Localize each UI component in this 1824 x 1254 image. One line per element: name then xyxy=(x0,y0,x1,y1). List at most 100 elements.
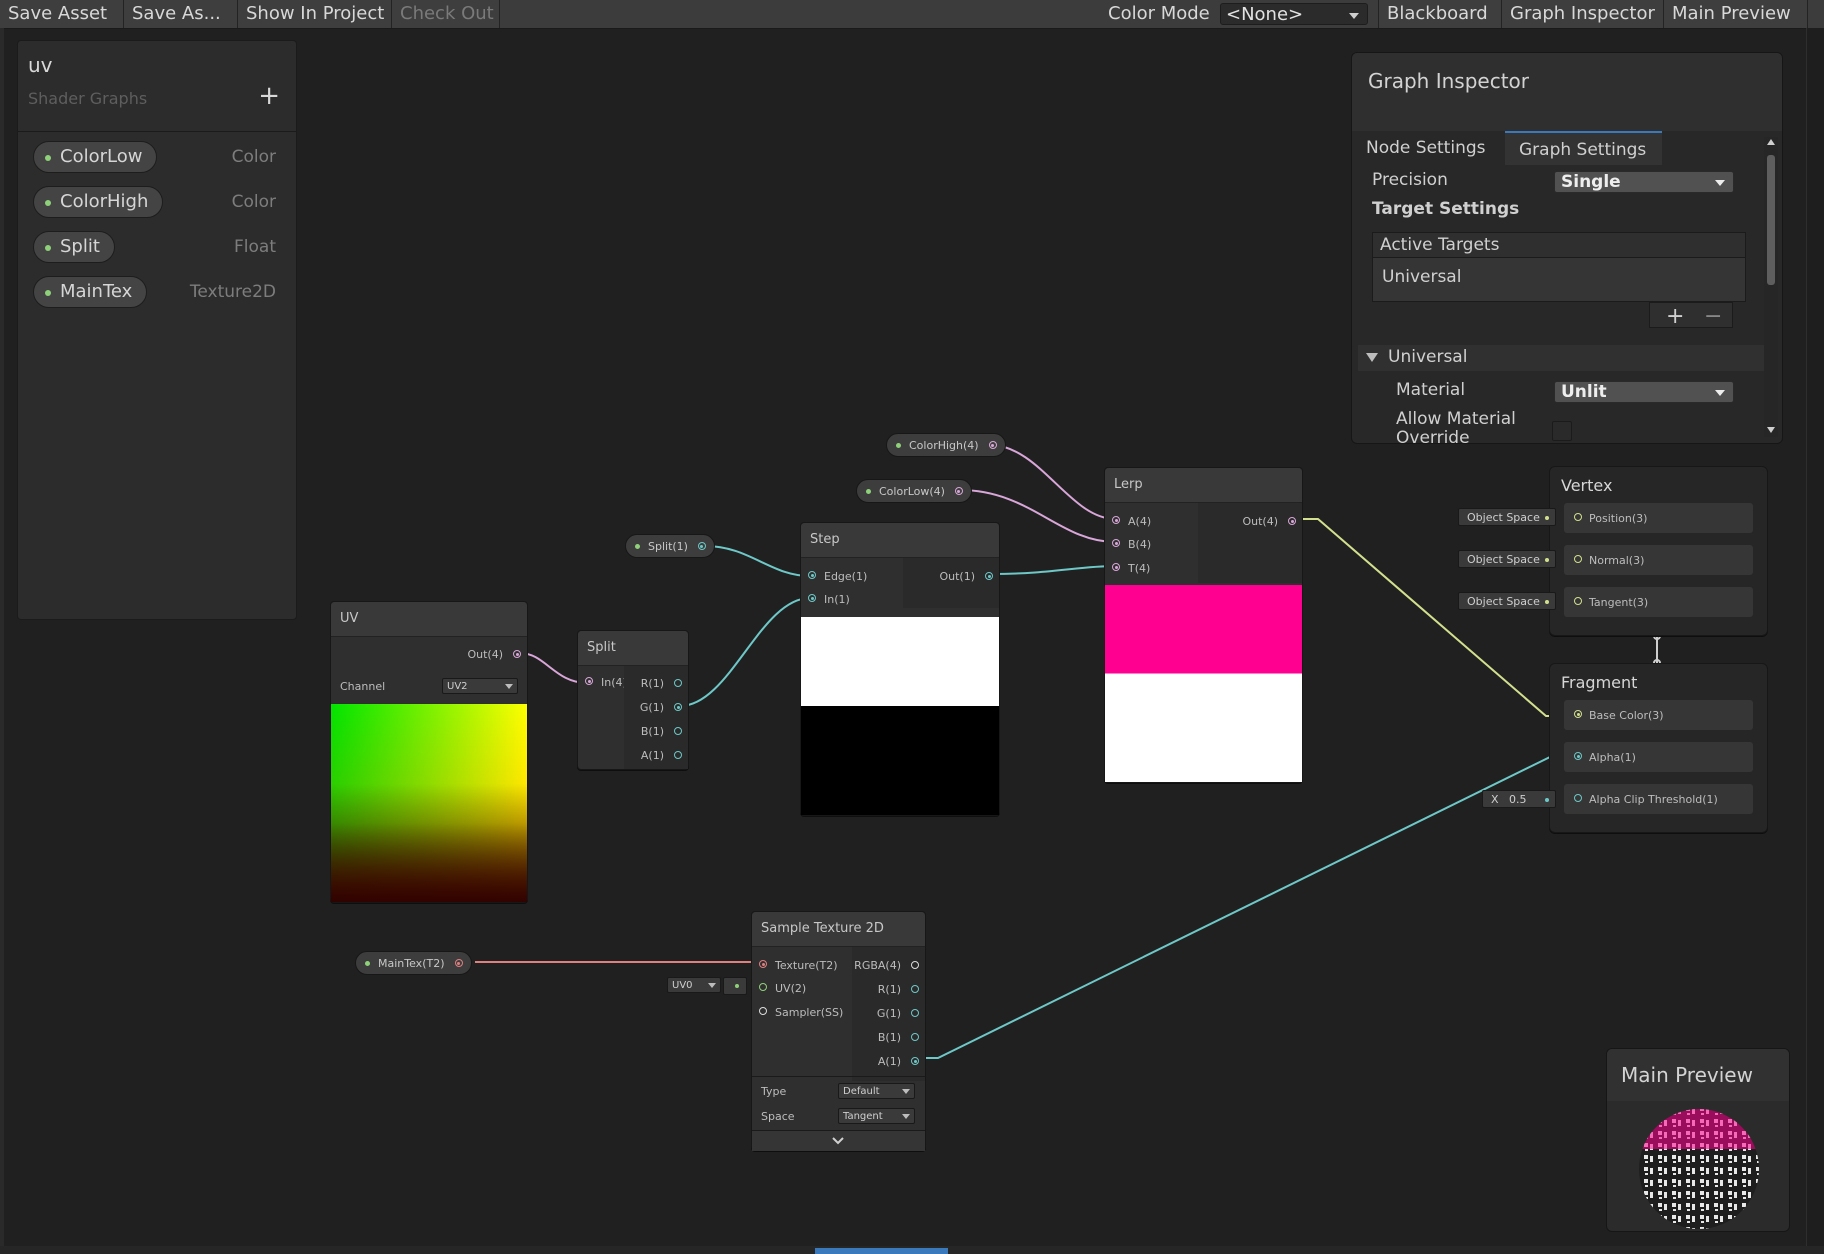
output-port[interactable] xyxy=(697,542,706,550)
chevron-down-icon xyxy=(708,983,716,988)
output-port[interactable] xyxy=(985,572,993,580)
sample-texture-2d-node[interactable]: Sample Texture 2D Texture(T2) UV(2) Samp… xyxy=(751,911,926,1151)
colorlow-property-node[interactable]: ColorLow(4) xyxy=(856,479,972,503)
chevron-down-icon xyxy=(902,1089,910,1094)
input-port[interactable] xyxy=(808,594,816,602)
vertex-context[interactable]: Vertex Position(3) Normal(3) Tangent(3) xyxy=(1549,466,1768,636)
input-port[interactable] xyxy=(1574,555,1582,563)
add-target-button[interactable]: + xyxy=(1666,304,1684,329)
universal-section-header[interactable]: Universal xyxy=(1358,345,1766,371)
port-label: A(1) xyxy=(640,749,664,762)
output-port[interactable] xyxy=(911,1033,919,1041)
block-alpha[interactable]: Alpha(1) xyxy=(1564,742,1753,772)
output-port[interactable] xyxy=(1288,517,1296,525)
tangent-space-input[interactable]: Object Space xyxy=(1458,592,1556,610)
split-property-node[interactable]: Split(1) xyxy=(625,534,715,558)
port-label: B(1) xyxy=(877,1031,901,1044)
output-port[interactable] xyxy=(454,959,463,967)
main-preview-panel: Main Preview xyxy=(1606,1048,1790,1232)
input-port[interactable] xyxy=(759,1007,767,1015)
output-port[interactable] xyxy=(911,985,919,993)
input-port[interactable] xyxy=(759,960,767,968)
allow-material-override-checkbox[interactable] xyxy=(1552,421,1572,441)
output-port[interactable] xyxy=(988,441,997,449)
split-node[interactable]: Split In(4) R(1) G(1) B(1) A(1) xyxy=(577,630,689,770)
block-tangent[interactable]: Tangent(3) xyxy=(1564,587,1753,617)
input-port[interactable] xyxy=(1574,597,1582,605)
lerp-node[interactable]: Lerp A(4) B(4) T(4) Out(4) xyxy=(1104,467,1303,783)
input-port[interactable] xyxy=(808,571,816,579)
remove-target-button[interactable]: − xyxy=(1704,304,1722,329)
space-select[interactable]: Tangent xyxy=(838,1108,915,1124)
save-as-button[interactable]: Save As... xyxy=(124,0,238,28)
uv-node[interactable]: UV Out(4) Channel UV2 xyxy=(330,601,528,903)
context-title: Vertex xyxy=(1561,476,1613,495)
save-asset-button[interactable]: Save Asset xyxy=(0,0,124,28)
target-item-universal[interactable]: Universal xyxy=(1382,267,1461,287)
input-port[interactable] xyxy=(1112,563,1120,571)
targets-list-controls: + − xyxy=(1649,302,1733,329)
input-port[interactable] xyxy=(1574,513,1582,521)
output-port[interactable] xyxy=(674,703,682,711)
check-out-button[interactable]: Check Out xyxy=(392,0,500,28)
colorhigh-property-node[interactable]: ColorHigh(4) xyxy=(886,433,1006,457)
normal-space-input[interactable]: Object Space xyxy=(1458,550,1556,568)
port-label: B(1) xyxy=(640,725,664,738)
graph-inspector-toggle-button[interactable]: Graph Inspector xyxy=(1502,0,1664,28)
show-in-project-button[interactable]: Show In Project xyxy=(238,0,392,28)
position-space-input[interactable]: Object Space xyxy=(1458,508,1556,526)
context-title: Fragment xyxy=(1561,673,1638,692)
input-port[interactable] xyxy=(1112,516,1120,524)
output-port[interactable] xyxy=(911,961,919,969)
output-port[interactable] xyxy=(911,1009,919,1017)
input-port[interactable] xyxy=(1112,539,1120,547)
property-pill-colorlow[interactable]: ColorLow xyxy=(33,141,158,173)
block-normal[interactable]: Normal(3) xyxy=(1564,545,1753,575)
property-type: Color xyxy=(231,147,276,167)
input-port[interactable] xyxy=(759,983,767,991)
output-port[interactable] xyxy=(674,679,682,687)
fragment-context[interactable]: Fragment Base Color(3) Alpha(1) Alpha Cl… xyxy=(1549,663,1768,833)
block-alpha-clip-threshold[interactable]: Alpha Clip Threshold(1) xyxy=(1564,784,1753,814)
wire-colorhigh-lerp xyxy=(989,444,1116,520)
output-port[interactable] xyxy=(674,751,682,759)
scrollbar-thumb[interactable] xyxy=(1767,155,1775,285)
output-port[interactable] xyxy=(911,1057,919,1065)
output-port[interactable] xyxy=(954,487,963,495)
tab-graph-settings[interactable]: Graph Settings xyxy=(1505,131,1662,165)
input-port[interactable] xyxy=(1574,752,1582,760)
block-base-color[interactable]: Base Color(3) xyxy=(1564,700,1753,730)
input-port[interactable] xyxy=(1574,794,1582,802)
color-mode-select[interactable]: <None> xyxy=(1220,3,1368,25)
port-label: G(1) xyxy=(876,1007,901,1020)
expand-toggle[interactable] xyxy=(752,1130,925,1151)
port-label: In(1) xyxy=(824,593,850,606)
input-port[interactable] xyxy=(585,677,593,685)
input-port[interactable] xyxy=(1574,710,1582,718)
port-label: UV(2) xyxy=(775,982,807,995)
step-node[interactable]: Step Edge(1) In(1) Out(1) xyxy=(800,522,1000,816)
node-title: Step xyxy=(801,523,999,558)
block-position[interactable]: Position(3) xyxy=(1564,503,1753,533)
type-select[interactable]: Default xyxy=(838,1083,915,1099)
alpha-clip-value-input[interactable]: X 0.5 xyxy=(1482,790,1556,808)
horizontal-scrollbar-thumb[interactable] xyxy=(815,1248,948,1254)
property-pill-split[interactable]: Split xyxy=(33,231,115,263)
property-pill-colorhigh[interactable]: ColorHigh xyxy=(33,186,164,218)
add-property-icon[interactable]: + xyxy=(258,83,280,109)
channel-select[interactable]: UV2 xyxy=(442,678,518,694)
main-preview-toggle-button[interactable]: Main Preview xyxy=(1664,0,1808,28)
output-port[interactable] xyxy=(513,650,521,658)
inspector-scrollbar[interactable] xyxy=(1764,137,1778,437)
material-select[interactable]: Unlit xyxy=(1554,381,1734,403)
blackboard-toggle-button[interactable]: Blackboard xyxy=(1378,0,1502,28)
port-label: R(1) xyxy=(877,983,901,996)
wire-lerp-basecolor xyxy=(1300,518,1575,717)
tab-node-settings[interactable]: Node Settings xyxy=(1352,131,1500,165)
output-port[interactable] xyxy=(674,727,682,735)
maintex-property-node[interactable]: MainTex(T2) xyxy=(355,951,472,975)
uv-channel-inline-select[interactable]: UV0 xyxy=(667,977,721,993)
divider xyxy=(18,131,296,132)
precision-select[interactable]: Single xyxy=(1554,171,1734,193)
property-pill-maintex[interactable]: MainTex xyxy=(33,276,148,308)
